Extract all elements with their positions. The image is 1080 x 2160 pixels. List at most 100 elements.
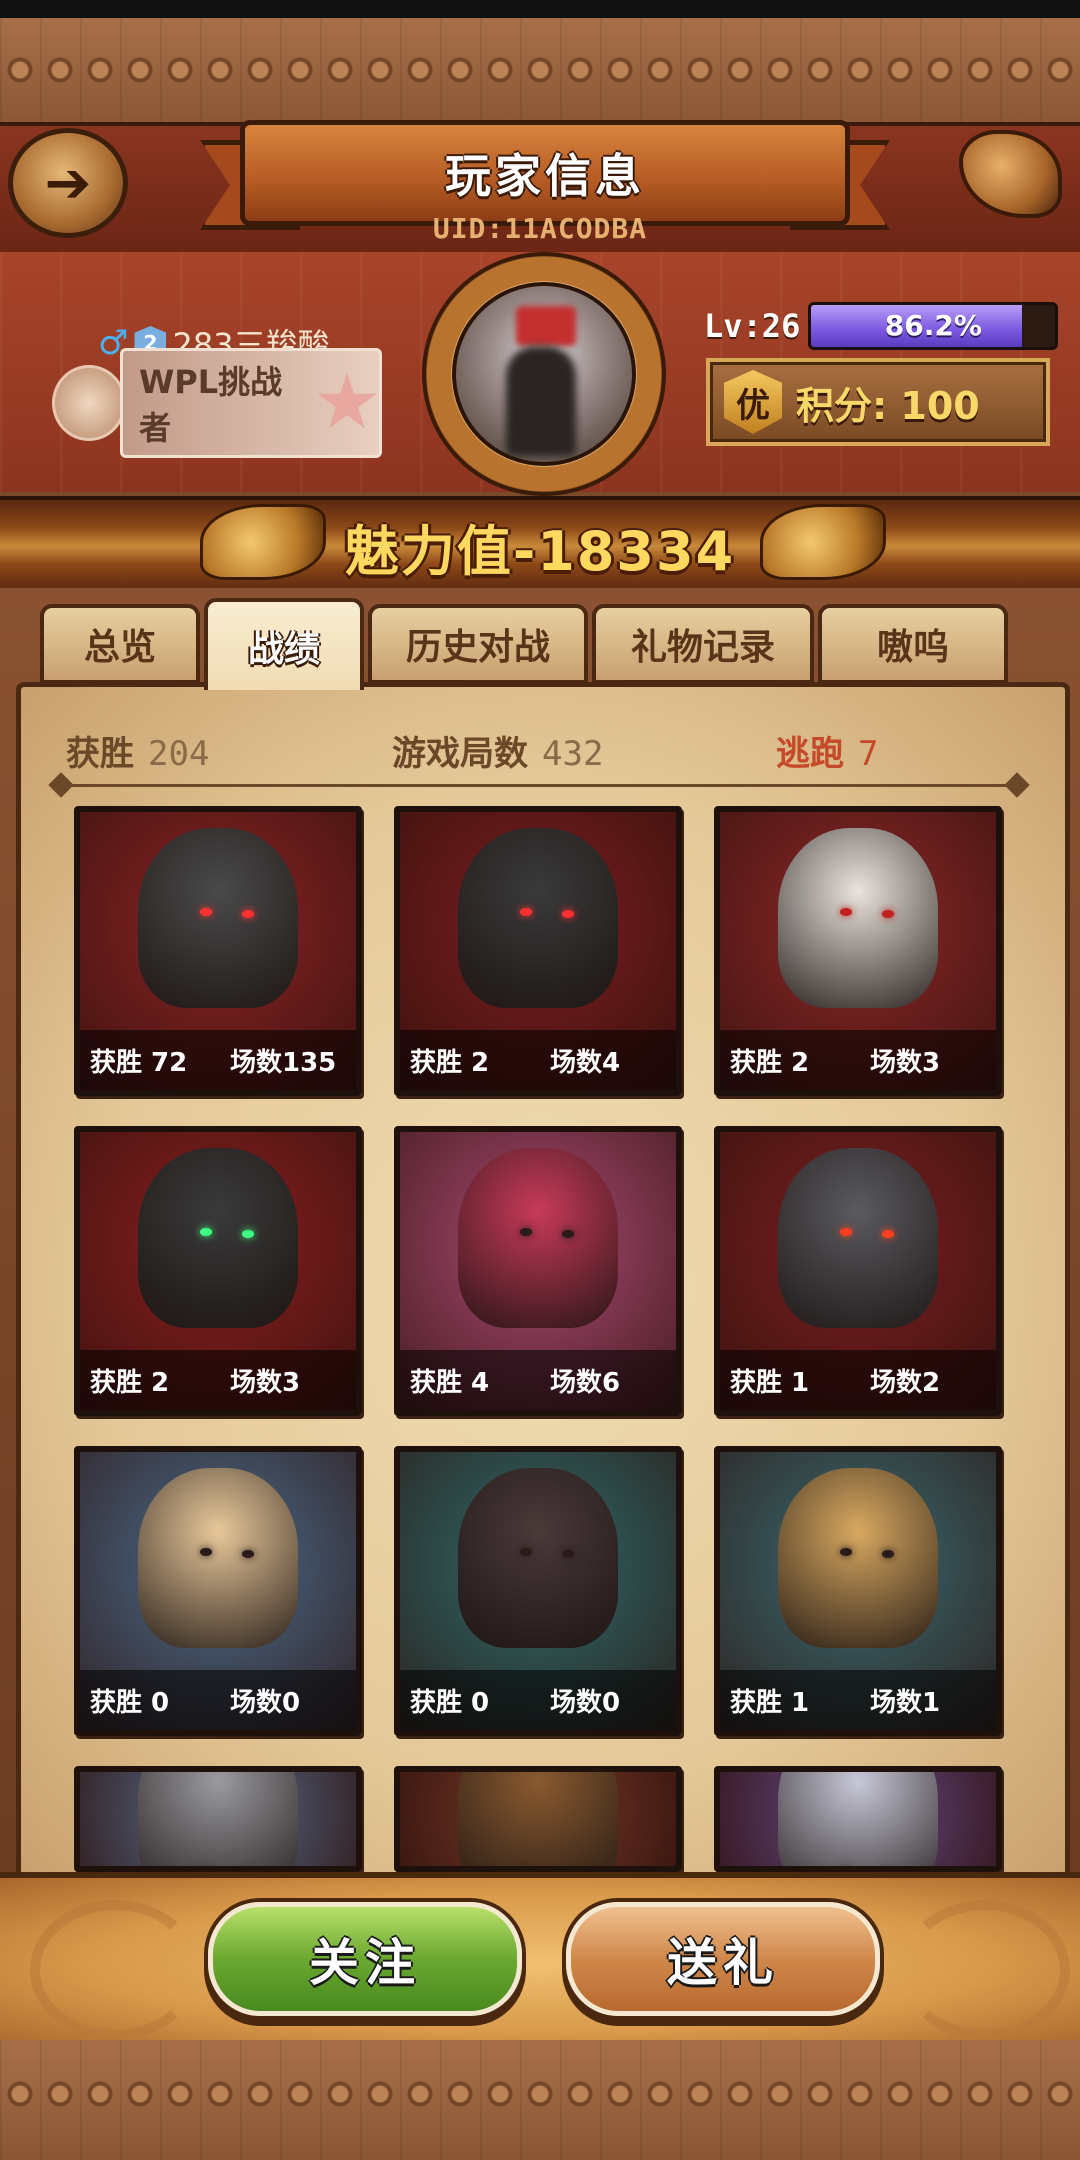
role-wins: 获胜 0 — [90, 1687, 170, 1718]
role-eye — [242, 1550, 254, 1558]
level-label: Lv:26 — [704, 307, 801, 345]
role-games: 场数2 — [870, 1367, 941, 1398]
role-games: 场数6 — [550, 1367, 621, 1398]
title-banner: 玩家信息 — [240, 120, 850, 226]
score-text: 积分: 100 — [796, 383, 980, 428]
role-eye — [882, 910, 894, 918]
tab-label: 总览 — [83, 627, 156, 668]
escape-value: 7 — [858, 734, 879, 774]
role-games: 场数1 — [870, 1687, 941, 1718]
games-label: 游戏局数 — [392, 734, 528, 774]
tab-history[interactable]: 历史对战 — [368, 604, 588, 684]
role-figure — [138, 1147, 298, 1328]
role-eye — [520, 908, 532, 916]
role-figure — [138, 827, 298, 1008]
tab-gift-record[interactable]: 礼物记录 — [592, 604, 814, 684]
role-eye — [200, 1228, 212, 1236]
role-eye — [242, 910, 254, 918]
role-stats: 获胜 0 场数0 — [80, 1670, 356, 1730]
role-card-gargoyle-demon[interactable]: 获胜 1 场数2 — [714, 1126, 1002, 1416]
tab-record[interactable]: 战绩 — [204, 598, 364, 690]
score-box: 优 积分: 100 — [706, 358, 1050, 446]
role-portrait — [80, 1772, 356, 1866]
tab-label: 战绩 — [247, 629, 320, 670]
role-wins: 获胜 1 — [730, 1687, 810, 1718]
role-wins: 获胜 1 — [730, 1367, 810, 1398]
role-stats: 获胜 4 场数6 — [400, 1350, 676, 1410]
role-eye — [840, 1548, 852, 1556]
charm-banner: 魅力值-18334 — [0, 496, 1080, 596]
role-card-shadow-werewolf[interactable]: 获胜 2 场数4 — [394, 806, 682, 1096]
charm-value: 魅力值-18334 — [344, 519, 736, 583]
games-value: 432 — [542, 734, 604, 774]
role-wins: 获胜 0 — [410, 1687, 490, 1718]
page-title: 玩家信息 — [445, 149, 645, 203]
role-eye — [242, 1230, 254, 1238]
role-wins: 获胜 4 — [410, 1367, 490, 1398]
role-figure — [138, 1467, 298, 1648]
role-figure — [138, 1772, 298, 1866]
escape-stat: 逃跑 7 — [776, 726, 878, 775]
send-gift-button[interactable]: 送礼 — [566, 1902, 880, 2016]
role-eye — [520, 1548, 532, 1556]
role-portrait — [400, 1772, 676, 1866]
role-figure — [778, 1147, 938, 1328]
role-eye — [562, 910, 574, 918]
xp-progress-bar: 86.2% — [808, 302, 1059, 350]
escape-label: 逃跑 — [776, 734, 844, 774]
role-games: 场数4 — [550, 1047, 621, 1078]
role-figure — [458, 827, 618, 1008]
xp-percent: 86.2% — [884, 309, 982, 342]
role-card-star-mage[interactable] — [714, 1766, 1002, 1872]
role-card-pink-haired-witch[interactable]: 获胜 4 场数6 — [394, 1126, 682, 1416]
role-eye — [840, 908, 852, 916]
role-games: 场数0 — [230, 1687, 301, 1718]
status-bar — [0, 0, 1080, 18]
role-card-winged-cupid[interactable]: 获胜 0 场数0 — [74, 1446, 362, 1736]
role-card-armored-knight[interactable] — [74, 1766, 362, 1872]
role-stats: 获胜 1 场数2 — [720, 1350, 996, 1410]
role-card-hunter[interactable] — [394, 1766, 682, 1872]
charm-ornament-left-icon — [200, 504, 326, 580]
tab-bar: 总览 战绩 历史对战 礼物记录 嗷呜 — [40, 598, 1050, 690]
role-figure — [778, 1772, 938, 1866]
back-arrow-icon: ➔ — [44, 150, 92, 216]
role-card-dark-werewolf[interactable]: 获胜 72 场数135 — [74, 806, 362, 1096]
role-eye — [562, 1550, 574, 1558]
excellent-badge-icon: 优 — [724, 370, 782, 434]
role-card-hooded-reaper[interactable]: 获胜 2 场数3 — [74, 1126, 362, 1416]
role-wins: 获胜 72 — [90, 1047, 188, 1078]
role-card-white-werewolf[interactable]: 获胜 2 场数3 — [714, 806, 1002, 1096]
role-figure — [458, 1147, 618, 1328]
role-eye — [520, 1228, 532, 1236]
swirl-ornament-right-icon — [900, 1900, 1070, 2040]
role-portrait — [720, 1772, 996, 1866]
role-card-masked-noble[interactable]: 获胜 1 场数1 — [714, 1446, 1002, 1736]
role-eye — [840, 1228, 852, 1236]
role-figure — [458, 1772, 618, 1866]
swirl-ornament-left-icon — [30, 1900, 200, 2040]
player-uid: UID:11ACODBA — [432, 212, 648, 245]
role-stats: 获胜 0 场数0 — [400, 1670, 676, 1730]
role-wins: 获胜 2 — [410, 1047, 490, 1078]
role-eye — [882, 1230, 894, 1238]
section-divider — [56, 784, 1022, 787]
tab-howl[interactable]: 嗷呜 — [818, 604, 1008, 684]
bottom-wood-frame — [0, 2040, 1080, 2160]
role-stats: 获胜 2 场数4 — [400, 1030, 676, 1090]
avatar[interactable] — [452, 282, 636, 466]
role-stats: 获胜 1 场数1 — [720, 1670, 996, 1730]
role-card-top-hat-gentleman[interactable]: 获胜 0 场数0 — [394, 1446, 682, 1736]
role-eye — [200, 908, 212, 916]
role-games: 场数3 — [230, 1367, 301, 1398]
role-stats: 获胜 2 场数3 — [720, 1030, 996, 1090]
stats-summary: 获胜 204 游戏局数 432 逃跑 7 — [66, 726, 1016, 776]
title-badge[interactable]: WPL挑战者 — [52, 348, 382, 458]
follow-button[interactable]: 关注 — [208, 1902, 522, 2016]
role-games: 场数135 — [230, 1047, 337, 1078]
role-games: 场数0 — [550, 1687, 621, 1718]
role-eye — [200, 1548, 212, 1556]
role-figure — [458, 1467, 618, 1648]
tab-label: 礼物记录 — [630, 627, 775, 668]
tab-overview[interactable]: 总览 — [40, 604, 200, 684]
